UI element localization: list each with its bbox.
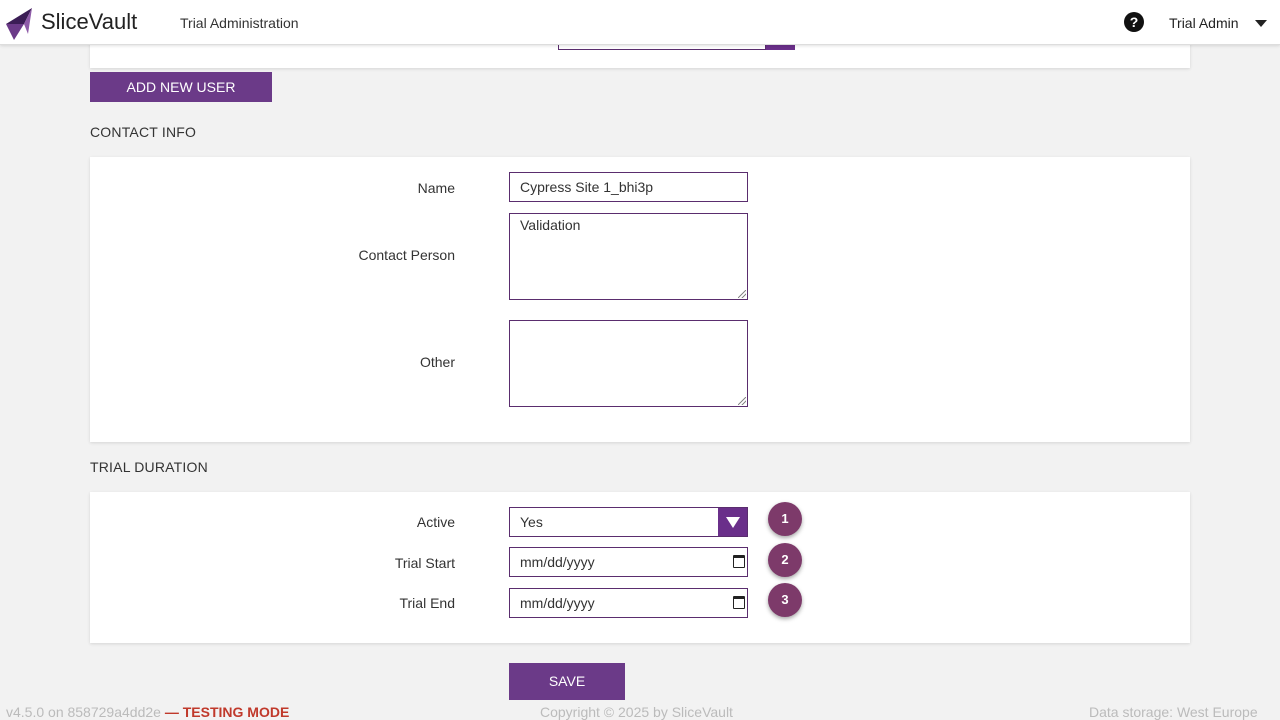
user-menu[interactable]: Trial Admin bbox=[1169, 15, 1239, 31]
active-select-value: Yes bbox=[520, 514, 543, 530]
top-navbar: SliceVault Trial Administration ? Trial … bbox=[0, 0, 1280, 45]
brand-name[interactable]: SliceVault bbox=[41, 9, 137, 35]
trial-duration-heading: TRIAL DURATION bbox=[90, 459, 208, 475]
version-text: v4.5.0 on 858729a4dd2e bbox=[6, 704, 161, 720]
caret-down-icon[interactable] bbox=[1255, 20, 1267, 27]
footer-version: v4.5.0 on 858729a4dd2e — TESTING MODE bbox=[6, 704, 289, 720]
other-field[interactable] bbox=[509, 320, 748, 407]
footer-copyright: Copyright © 2025 by SliceVault bbox=[540, 704, 733, 720]
name-label: Name bbox=[417, 180, 455, 196]
contact-person-field[interactable]: Validation bbox=[509, 213, 748, 300]
step-badge-3: 3 bbox=[768, 583, 802, 617]
trial-end-placeholder: mm/dd/yyyy bbox=[520, 595, 595, 611]
resize-handle-icon[interactable] bbox=[738, 397, 746, 405]
dropdown-arrow-icon[interactable] bbox=[718, 508, 747, 536]
trial-start-date-input[interactable]: mm/dd/yyyy bbox=[509, 547, 748, 577]
page-section-title: Trial Administration bbox=[180, 15, 299, 31]
trial-start-placeholder: mm/dd/yyyy bbox=[520, 554, 595, 570]
resize-handle-icon[interactable] bbox=[738, 290, 746, 298]
contact-info-panel: Name Cypress Site 1_bhi3p Contact Person… bbox=[90, 157, 1190, 442]
step-badge-2: 2 bbox=[768, 543, 802, 577]
other-label: Other bbox=[419, 354, 455, 370]
trial-end-date-input[interactable]: mm/dd/yyyy bbox=[509, 588, 748, 618]
save-button[interactable]: SAVE bbox=[509, 663, 625, 700]
step-badge-1: 1 bbox=[768, 502, 802, 536]
trial-start-label: Trial Start bbox=[394, 555, 455, 571]
add-new-user-button[interactable]: ADD NEW USER bbox=[90, 72, 272, 102]
testing-mode-text: — TESTING MODE bbox=[164, 704, 290, 720]
footer-data-storage: Data storage: West Europe bbox=[1089, 704, 1258, 720]
help-icon[interactable]: ? bbox=[1124, 12, 1144, 32]
active-label: Active bbox=[416, 514, 455, 530]
calendar-icon[interactable] bbox=[733, 555, 745, 568]
name-field[interactable]: Cypress Site 1_bhi3p bbox=[509, 172, 748, 202]
contact-info-heading: CONTACT INFO bbox=[90, 124, 197, 140]
contact-person-value: Validation bbox=[520, 217, 581, 233]
calendar-icon[interactable] bbox=[733, 596, 745, 609]
trial-duration-panel: Active Yes 1 Trial Start mm/dd/yyyy 2 Tr… bbox=[90, 492, 1190, 643]
slicevault-logo[interactable] bbox=[4, 4, 34, 42]
active-select[interactable]: Yes bbox=[509, 507, 748, 537]
contact-person-label: Contact Person bbox=[358, 247, 456, 263]
trial-end-label: Trial End bbox=[399, 595, 455, 611]
